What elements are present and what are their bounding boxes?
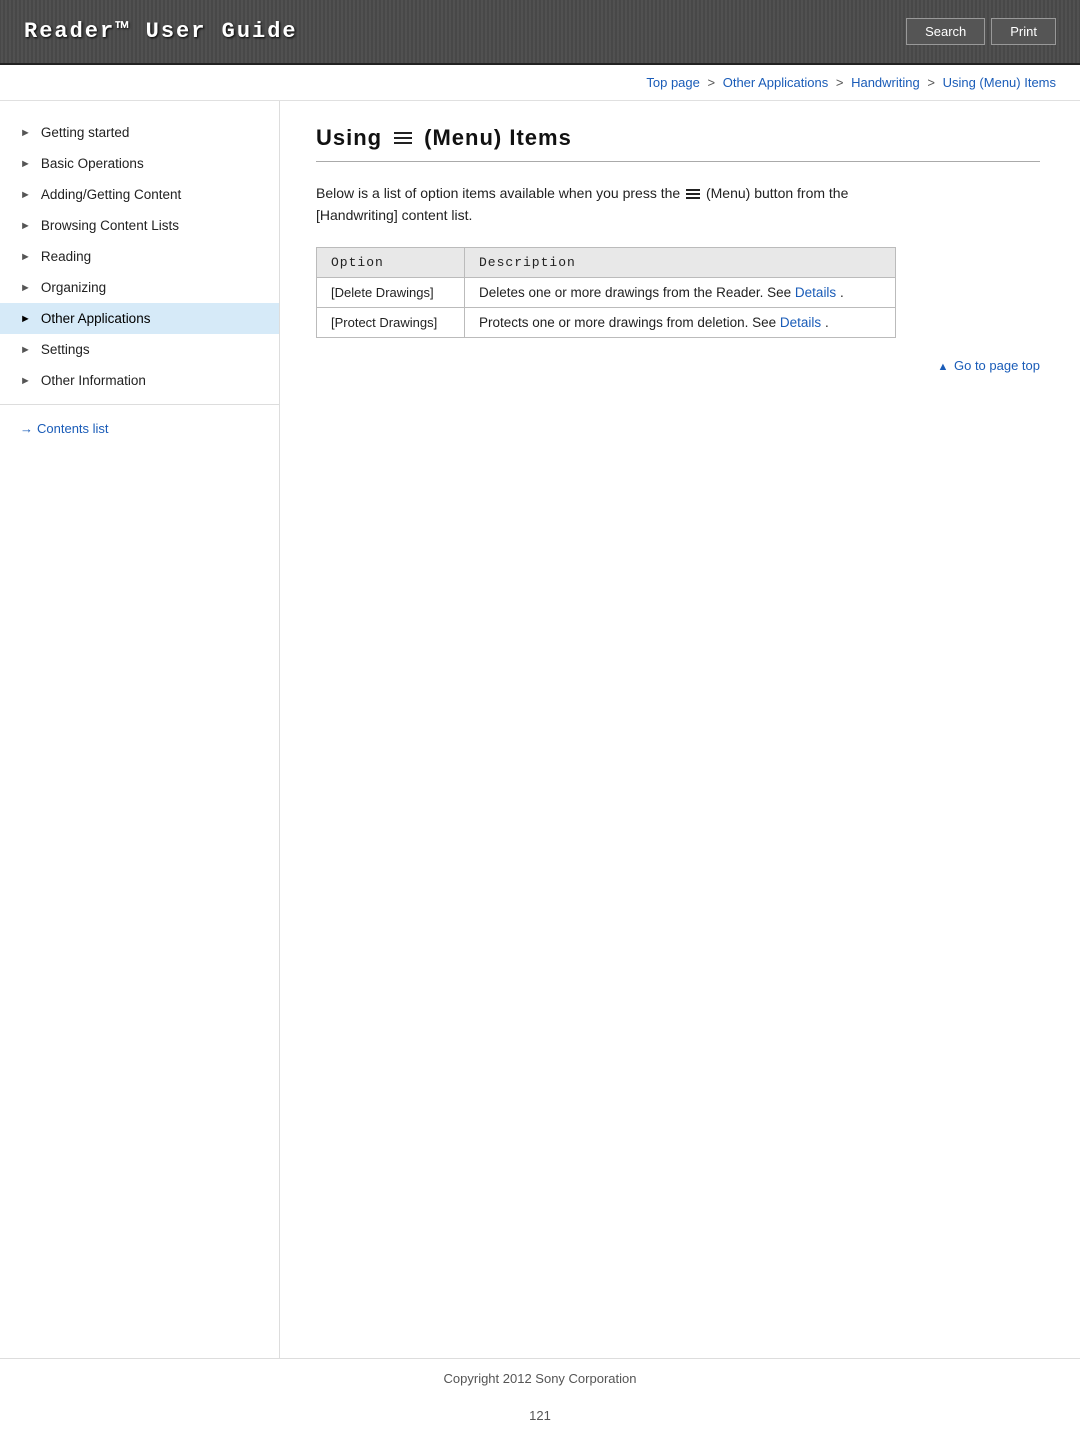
desc-2-suffix: . (825, 315, 829, 330)
desc-1-prefix: Deletes one or more drawings from the Re… (479, 285, 795, 300)
sidebar-item-label: Basic Operations (41, 156, 144, 171)
app-title: Reader™ User Guide (24, 19, 298, 44)
sidebar-item-label: Organizing (41, 280, 106, 295)
sidebar-item-other-information[interactable]: ► Other Information (0, 365, 279, 396)
arrow-icon: ► (20, 344, 31, 356)
breadcrumb: Top page > Other Applications > Handwrit… (0, 65, 1080, 101)
copyright-text: Copyright 2012 Sony Corporation (444, 1371, 637, 1386)
arrow-icon: ► (20, 251, 31, 263)
sidebar-item-label: Browsing Content Lists (41, 218, 179, 233)
arrow-icon: ► (20, 220, 31, 232)
sidebar-item-organizing[interactable]: ► Organizing (0, 272, 279, 303)
sidebar-item-adding-getting-content[interactable]: ► Adding/Getting Content (0, 179, 279, 210)
sidebar-item-basic-operations[interactable]: ► Basic Operations (0, 148, 279, 179)
arrow-icon: ► (20, 375, 31, 387)
sidebar-item-label: Other Information (41, 373, 146, 388)
inline-menu-icon (686, 189, 700, 199)
breadcrumb-other-apps[interactable]: Other Applications (723, 75, 829, 90)
intro-text-suffix: [Handwriting] content list. (316, 207, 472, 223)
details-link-2[interactable]: Details (780, 315, 821, 330)
arrow-icon: ► (20, 189, 31, 201)
sidebar-item-browsing-content-lists[interactable]: ► Browsing Content Lists (0, 210, 279, 241)
contents-list-link[interactable]: → Contents list (20, 421, 263, 436)
table-col1-header: Option (317, 247, 465, 277)
page-heading: Using (Menu) Items (316, 125, 1040, 162)
content-area: Using (Menu) Items Below is a list of op… (280, 101, 1080, 1358)
arrow-icon: ► (20, 282, 31, 294)
header-buttons: Search Print (906, 18, 1056, 45)
header: Reader™ User Guide Search Print (0, 0, 1080, 65)
intro-text-middle: (Menu) button from the (706, 185, 848, 201)
print-button[interactable]: Print (991, 18, 1056, 45)
breadcrumb-handwriting[interactable]: Handwriting (851, 75, 920, 90)
table-row: [Delete Drawings] Deletes one or more dr… (317, 277, 896, 307)
sidebar-item-label: Getting started (41, 125, 130, 140)
sidebar-item-settings[interactable]: ► Settings (0, 334, 279, 365)
sidebar-item-other-applications[interactable]: ► Other Applications (0, 303, 279, 334)
sidebar-item-getting-started[interactable]: ► Getting started (0, 117, 279, 148)
search-button[interactable]: Search (906, 18, 985, 45)
sidebar-item-label: Other Applications (41, 311, 151, 326)
table-cell-option-2: [Protect Drawings] (317, 307, 465, 337)
intro-paragraph: Below is a list of option items availabl… (316, 182, 1040, 227)
table-cell-option-1: [Delete Drawings] (317, 277, 465, 307)
sidebar-footer: → Contents list (0, 404, 279, 444)
breadcrumb-sep2: > (836, 75, 844, 90)
heading-suffix: (Menu) Items (424, 125, 572, 151)
footer: Copyright 2012 Sony Corporation (0, 1358, 1080, 1398)
details-link-1[interactable]: Details (795, 285, 836, 300)
sidebar-item-label: Adding/Getting Content (41, 187, 181, 202)
sidebar-item-label: Settings (41, 342, 90, 357)
table-cell-desc-2: Protects one or more drawings from delet… (465, 307, 896, 337)
breadcrumb-top-page[interactable]: Top page (646, 75, 700, 90)
sidebar-item-label: Reading (41, 249, 91, 264)
triangle-up-icon: ▲ (937, 361, 948, 373)
main-layout: ► Getting started ► Basic Operations ► A… (0, 101, 1080, 1358)
arrow-icon: ► (20, 127, 31, 139)
intro-text-prefix: Below is a list of option items availabl… (316, 185, 680, 201)
arrow-icon: ► (20, 313, 31, 325)
sidebar-item-reading[interactable]: ► Reading (0, 241, 279, 272)
arrow-right-icon: → (20, 421, 33, 436)
breadcrumb-current[interactable]: Using (Menu) Items (943, 75, 1056, 90)
go-to-top-label: Go to page top (954, 358, 1040, 373)
desc-1-suffix: . (840, 285, 844, 300)
contents-link-label: Contents list (37, 421, 109, 436)
arrow-icon: ► (20, 158, 31, 170)
table-col2-header: Description (465, 247, 896, 277)
desc-2-prefix: Protects one or more drawings from delet… (479, 315, 780, 330)
go-to-top: ▲ Go to page top (316, 358, 1040, 373)
options-table: Option Description [Delete Drawings] Del… (316, 247, 896, 338)
heading-prefix: Using (316, 125, 382, 151)
breadcrumb-sep1: > (708, 75, 716, 90)
go-to-page-top-link[interactable]: ▲ Go to page top (937, 358, 1040, 373)
table-cell-desc-1: Deletes one or more drawings from the Re… (465, 277, 896, 307)
menu-lines-icon (394, 132, 412, 144)
sidebar: ► Getting started ► Basic Operations ► A… (0, 101, 280, 1358)
table-row: [Protect Drawings] Protects one or more … (317, 307, 896, 337)
page-number: 121 (0, 1398, 1080, 1433)
breadcrumb-sep3: > (927, 75, 935, 90)
